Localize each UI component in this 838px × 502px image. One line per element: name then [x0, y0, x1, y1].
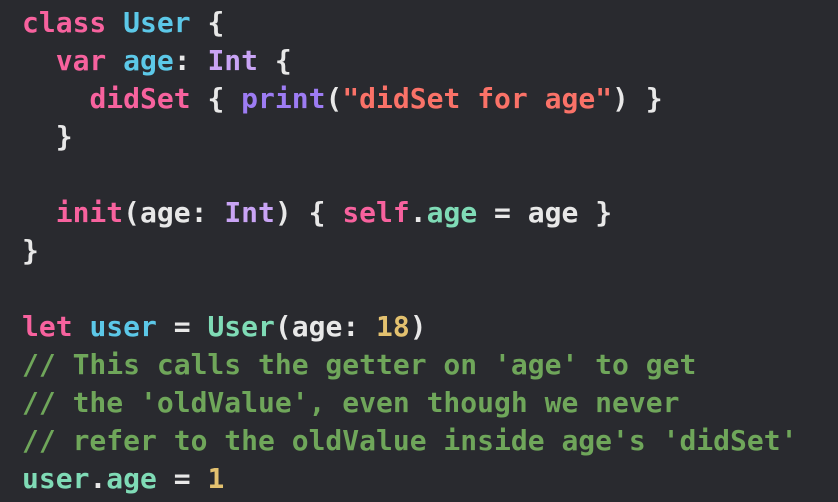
code-line: // the 'oldValue', even though we never [22, 384, 838, 422]
code-token-plain: ) { [274, 196, 343, 229]
code-token-plain: } [22, 234, 39, 267]
code-token-keyword: let [22, 310, 73, 343]
code-token-builtin: Int [224, 196, 275, 229]
code-line: init(age: Int) { self.age = age } [22, 194, 838, 232]
code-token-plain: . [409, 196, 427, 229]
code-token-plain: } [22, 120, 73, 153]
code-line: var age: Int { [22, 42, 838, 80]
code-token-plain: (age: [123, 196, 225, 229]
code-token-member: user [22, 462, 90, 495]
code-line: let user = User(age: 18) [22, 308, 838, 346]
code-line: user.age = 1 [22, 460, 838, 498]
code-line: } [22, 118, 838, 156]
code-token-number: 18 [376, 310, 410, 343]
code-token-plain: ) [409, 310, 427, 343]
code-token-string: "didSet for age" [342, 82, 613, 115]
code-token-comment: // This calls the getter on 'age' to get [22, 348, 697, 381]
code-token-comment: // the 'oldValue', even though we never [22, 386, 680, 419]
code-token-plain: : [173, 44, 208, 77]
code-token-plain: { [190, 82, 242, 115]
code-token-plain: ( [325, 82, 343, 115]
code-line: class User { [22, 4, 838, 42]
code-token-plain: (age: [274, 310, 377, 343]
code-line: // refer to the oldValue inside age's 'd… [22, 422, 838, 460]
code-token-function: print [241, 82, 326, 115]
code-token-plain: { [258, 44, 292, 77]
code-token-plain: = [156, 310, 208, 343]
code-token-plain: = [156, 462, 208, 495]
code-token-type: User [207, 310, 275, 343]
code-token-member: age [426, 196, 478, 229]
code-token-plain: . [89, 462, 107, 495]
code-token-plain: = age } [477, 196, 613, 229]
code-token-keyword: self [342, 196, 410, 229]
code-line: didSet { print("didSet for age") } [22, 80, 838, 118]
code-token-keyword: init [55, 196, 124, 229]
code-token-builtin: Int [207, 44, 259, 77]
code-token-decl: User [123, 6, 191, 39]
code-token-comment: // refer to the oldValue inside age's 'd… [22, 424, 798, 457]
code-token-keyword: class [22, 6, 107, 39]
code-token-member: age [106, 462, 157, 495]
code-line: } [22, 232, 838, 270]
code-token-plain: ) } [612, 82, 663, 115]
code-line: // This calls the getter on 'age' to get [22, 346, 838, 384]
code-token-decl: user [89, 310, 157, 343]
code-token-decl: age [123, 44, 174, 77]
code-token-keyword: var [55, 44, 107, 77]
code-token-keyword: didSet [89, 82, 191, 115]
code-token-number: 1 [207, 462, 225, 495]
code-token-plain: { [190, 6, 225, 39]
code-block[interactable]: class User { var age: Int { didSet { pri… [0, 0, 838, 502]
